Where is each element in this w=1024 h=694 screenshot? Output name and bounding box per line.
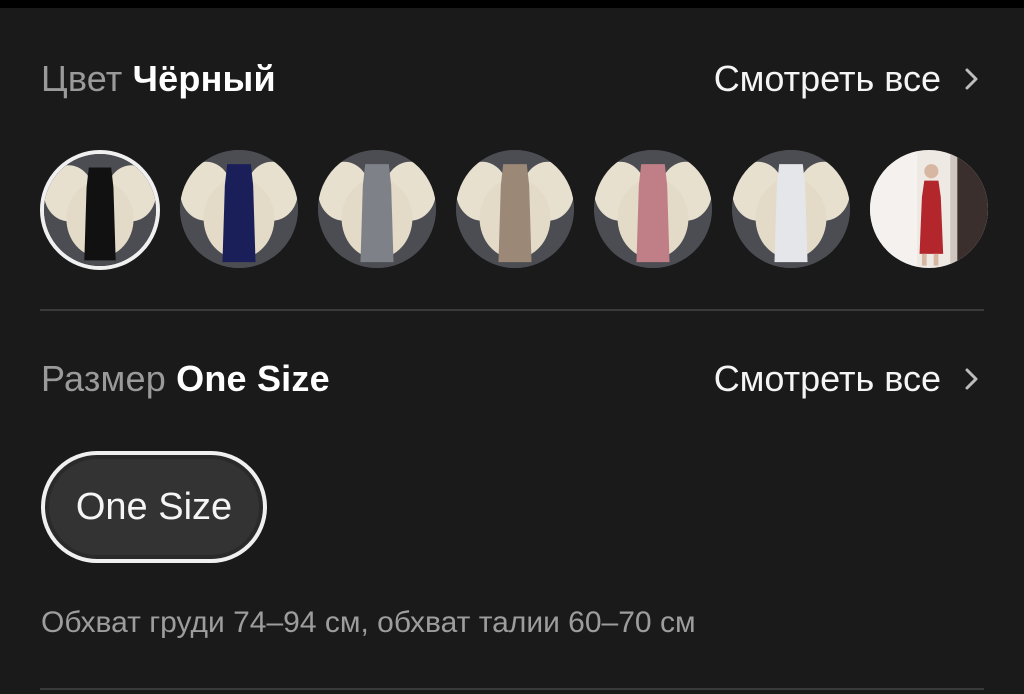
swatch-white[interactable] bbox=[732, 150, 850, 268]
size-see-all-button[interactable]: Смотреть все bbox=[714, 358, 983, 400]
size-header: Размер One Size Смотреть все bbox=[41, 349, 983, 409]
size-option-label: One Size bbox=[49, 459, 259, 555]
section-divider bbox=[40, 309, 984, 311]
size-label: Размер bbox=[41, 358, 166, 399]
section-divider-bottom bbox=[40, 688, 984, 690]
see-all-label: Смотреть все bbox=[713, 358, 941, 399]
color-swatch-list bbox=[40, 150, 1000, 270]
selected-size: One Size bbox=[176, 358, 330, 399]
swatch-gray[interactable] bbox=[318, 150, 436, 268]
swatch-navy[interactable] bbox=[180, 150, 298, 268]
color-see-all-button[interactable]: Смотреть все bbox=[714, 58, 983, 100]
dress-thumbnail-black bbox=[44, 154, 156, 266]
color-title: Цвет Чёрный bbox=[41, 58, 276, 100]
swatch-pink[interactable] bbox=[594, 150, 712, 268]
swatch-black[interactable] bbox=[40, 150, 160, 270]
see-all-label: Смотреть все bbox=[713, 58, 941, 99]
dress-thumbnail-red bbox=[870, 150, 988, 268]
dress-thumbnail-gray bbox=[318, 150, 436, 268]
dress-thumbnail-taupe bbox=[456, 150, 574, 268]
size-option-one-size[interactable]: One Size bbox=[41, 451, 267, 563]
status-bar-strip bbox=[0, 0, 1024, 8]
dress-thumbnail-white bbox=[732, 150, 850, 268]
dress-thumbnail-navy bbox=[180, 150, 298, 268]
swatch-taupe[interactable] bbox=[456, 150, 574, 268]
size-title: Размер One Size bbox=[41, 358, 330, 400]
chevron-right-icon bbox=[965, 68, 978, 90]
color-label: Цвет bbox=[41, 58, 123, 99]
selected-color: Чёрный bbox=[132, 58, 276, 99]
size-measurements: Обхват груди 74–94 см, обхват талии 60–7… bbox=[41, 606, 696, 639]
dress-thumbnail-pink bbox=[594, 150, 712, 268]
color-header: Цвет Чёрный Смотреть все bbox=[41, 49, 983, 109]
swatch-red-photo[interactable] bbox=[870, 150, 988, 268]
chevron-right-icon bbox=[965, 368, 978, 390]
